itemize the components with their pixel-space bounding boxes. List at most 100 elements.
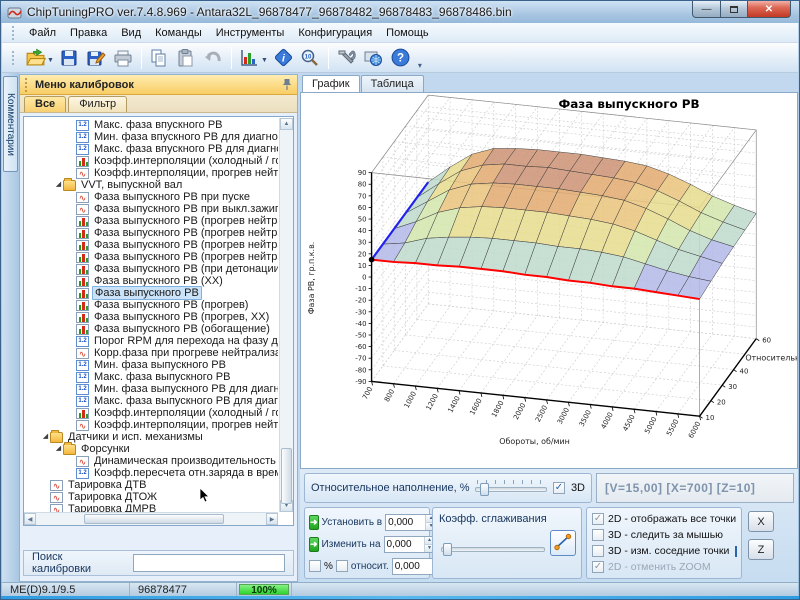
tree-item[interactable]: 1.2Коэфф.пересчета отн.заряда в время вп… — [24, 467, 278, 479]
tree-item[interactable]: Фаза выпускного РВ (прогрев нейтрал., хо… — [24, 227, 278, 239]
tree-item[interactable]: Фаза выпускного РВ (обогащение) — [24, 323, 278, 335]
print-button[interactable] — [110, 45, 137, 71]
3d-adjacent-points-checkbox[interactable]: ✓ — [592, 545, 604, 557]
menu-item-2[interactable]: Вид — [114, 25, 148, 41]
set-to-spinner[interactable]: 0,000▲▼ — [385, 514, 437, 531]
tree-item[interactable]: 1.2Мин. фаза впускного РВ для диагностик… — [24, 131, 278, 143]
change-by-spinner[interactable]: 0,000▲▼ — [384, 536, 436, 553]
menu-item-0[interactable]: Файл — [22, 25, 63, 41]
change-by-button[interactable]: ➜ — [309, 537, 319, 552]
tree-hscroll-thumb[interactable] — [84, 514, 224, 524]
load-slider[interactable] — [475, 480, 546, 496]
tree-item[interactable]: ∿Динамическая производительность — [24, 455, 278, 467]
tree-item[interactable]: Фаза выпускного РВ (прогрев нейтрализато… — [24, 215, 278, 227]
slider-thumb[interactable] — [443, 543, 452, 556]
tree-item[interactable]: Фаза выпускного РВ (прогрев нейтрал., ХХ… — [24, 239, 278, 251]
tree-item[interactable]: Фаза выпускного РВ (прогрев) — [24, 299, 278, 311]
menu-item-6[interactable]: Помощь — [379, 25, 436, 41]
calibration-panel-header[interactable]: Меню калибровок — [20, 75, 297, 95]
tree-vscroll-thumb[interactable] — [281, 448, 292, 504]
internet-button[interactable] — [360, 45, 387, 71]
tree-item[interactable]: Фаза выпускного РВ (при детонации) — [24, 263, 278, 275]
set-to-button[interactable]: ➜ — [309, 515, 319, 530]
tree-item[interactable]: Фаза выпускного РВ (прогрев нейтрал., ХХ… — [24, 251, 278, 263]
tree-item[interactable]: 1.2Макс. фаза впускного РВ для диагности… — [24, 143, 278, 155]
minimize-button[interactable]: — — [692, 1, 721, 18]
tools-button[interactable] — [333, 45, 360, 71]
zoom-values-button[interactable]: 10 — [297, 45, 324, 71]
tab-chart[interactable]: График — [302, 75, 360, 92]
tree-item[interactable]: ∿Корр.фаза при прогреве нейтрализатора — [24, 347, 278, 359]
scroll-right-icon[interactable]: ▶ — [266, 513, 278, 525]
tree-item[interactable]: ∿Фаза выпускного РВ при пуске — [24, 191, 278, 203]
tree-item[interactable]: ∿Тарировка ДМРВ — [24, 503, 278, 512]
smoothing-apply-button[interactable] — [550, 530, 576, 556]
undo-button[interactable] — [200, 45, 227, 71]
svg-text:-50: -50 — [355, 331, 366, 339]
comments-tab[interactable]: Комментарии — [3, 76, 18, 172]
slider-track[interactable] — [441, 547, 545, 552]
tab-all[interactable]: Все — [24, 96, 66, 112]
scroll-up-icon[interactable]: ▲ — [280, 118, 293, 130]
tab-filter[interactable]: Фильтр — [68, 96, 127, 112]
2d-all-points-checkbox[interactable]: ✓ — [592, 513, 604, 525]
paste-button[interactable] — [173, 45, 200, 71]
z-axis-button[interactable]: Z — [748, 539, 774, 560]
tab-table[interactable]: Таблица — [361, 75, 424, 92]
open-file-button[interactable] — [22, 45, 49, 71]
tree-item[interactable]: ∿Коэфф.интерполяции, прогрев нейтр. (хол… — [24, 167, 278, 179]
tree-horizontal-scrollbar[interactable]: ◀ ▶ — [24, 512, 278, 525]
tree-item[interactable]: ∿Фаза выпускного РВ при выкл.зажигания — [24, 203, 278, 215]
tree-item[interactable]: 1.2Макс. фаза впускного РВ — [24, 119, 278, 131]
copy-button[interactable] — [146, 45, 173, 71]
tree-item[interactable]: Фаза выпускного РВ (прогрев, ХХ) — [24, 311, 278, 323]
open-dropdown-icon[interactable]: ▼ — [47, 57, 54, 64]
tree-folder[interactable]: ◢VVT, выпускной вал — [24, 179, 278, 191]
expand-icon[interactable]: ◢ — [41, 431, 50, 443]
tree-item[interactable]: Коэфф.интерполяции (холодный / горячий ) — [24, 407, 278, 419]
help-button[interactable]: ? — [387, 45, 414, 71]
surface-chart[interactable]: -90-80-70-60-50-40-30-20-100102030405060… — [301, 93, 797, 468]
tree-item[interactable]: Коэфф.интерполяции (холодный / горячий ) — [24, 155, 278, 167]
tree-folder[interactable]: ◢Форсунки — [24, 443, 278, 455]
scroll-left-icon[interactable]: ◀ — [24, 513, 36, 525]
pin-icon[interactable] — [282, 78, 292, 91]
menu-item-5[interactable]: Конфигурация — [291, 25, 379, 41]
close-button[interactable]: ✕ — [748, 1, 791, 18]
tree-item[interactable]: ∿Коэфф.интерполяции, прогрев нейтр. (хол… — [24, 419, 278, 431]
save-as-button[interactable] — [83, 45, 110, 71]
chart-view-button[interactable] — [236, 45, 263, 71]
relative-checkbox[interactable]: ✓ — [336, 560, 348, 572]
tree-folder[interactable]: ◢Датчики и исп. механизмы — [24, 431, 278, 443]
tree-item[interactable]: 1.2Мин. фаза выпускного РВ для диагности… — [24, 383, 278, 395]
x-axis-button[interactable]: X — [748, 511, 774, 532]
tree-item[interactable]: ∿Тарировка ДТВ — [24, 479, 278, 491]
tree-item[interactable]: 1.2Порог RPM для перехода на фазу для ре… — [24, 335, 278, 347]
toolbar-overflow-icon[interactable]: ▾ — [418, 61, 422, 72]
slider-thumb[interactable] — [480, 483, 489, 496]
tree-item[interactable]: Фаза выпускного РВ — [24, 287, 278, 299]
3d-follow-mouse-checkbox[interactable]: ✓ — [592, 529, 604, 541]
search-label: Поиск калибровки — [32, 551, 123, 575]
menu-item-1[interactable]: Правка — [63, 25, 114, 41]
tree-item[interactable]: 1.2Мин. фаза выпускного РВ — [24, 359, 278, 371]
expand-icon[interactable]: ◢ — [54, 179, 63, 191]
chart-dropdown-icon[interactable]: ▼ — [261, 57, 268, 64]
title-bar[interactable]: ChipTuningPRO ver.7.4.8.969 - Antara32L_… — [1, 1, 799, 23]
percent-checkbox[interactable]: ✓ — [309, 560, 321, 572]
save-button[interactable] — [56, 45, 83, 71]
smoothing-slider[interactable] — [441, 540, 545, 556]
3d-checkbox[interactable]: ✓ — [553, 482, 565, 494]
grid-icon[interactable] — [735, 546, 737, 557]
tree-item[interactable]: 1.2Макс. фаза выпускного РВ для диагност… — [24, 395, 278, 407]
search-input[interactable] — [133, 554, 285, 572]
tree-item[interactable]: 1.2Макс. фаза выпускного РВ — [24, 371, 278, 383]
tree-vertical-scrollbar[interactable]: ▲ ▼ — [279, 118, 293, 512]
menu-item-3[interactable]: Команды — [148, 25, 209, 41]
tree-item[interactable]: ∿Тарировка ДТОЖ — [24, 491, 278, 503]
chart-area[interactable]: -90-80-70-60-50-40-30-20-100102030405060… — [300, 92, 798, 469]
info-button[interactable]: i — [270, 45, 297, 71]
menu-item-4[interactable]: Инструменты — [209, 25, 292, 41]
expand-icon[interactable]: ◢ — [54, 443, 63, 455]
maximize-button[interactable] — [721, 1, 748, 18]
